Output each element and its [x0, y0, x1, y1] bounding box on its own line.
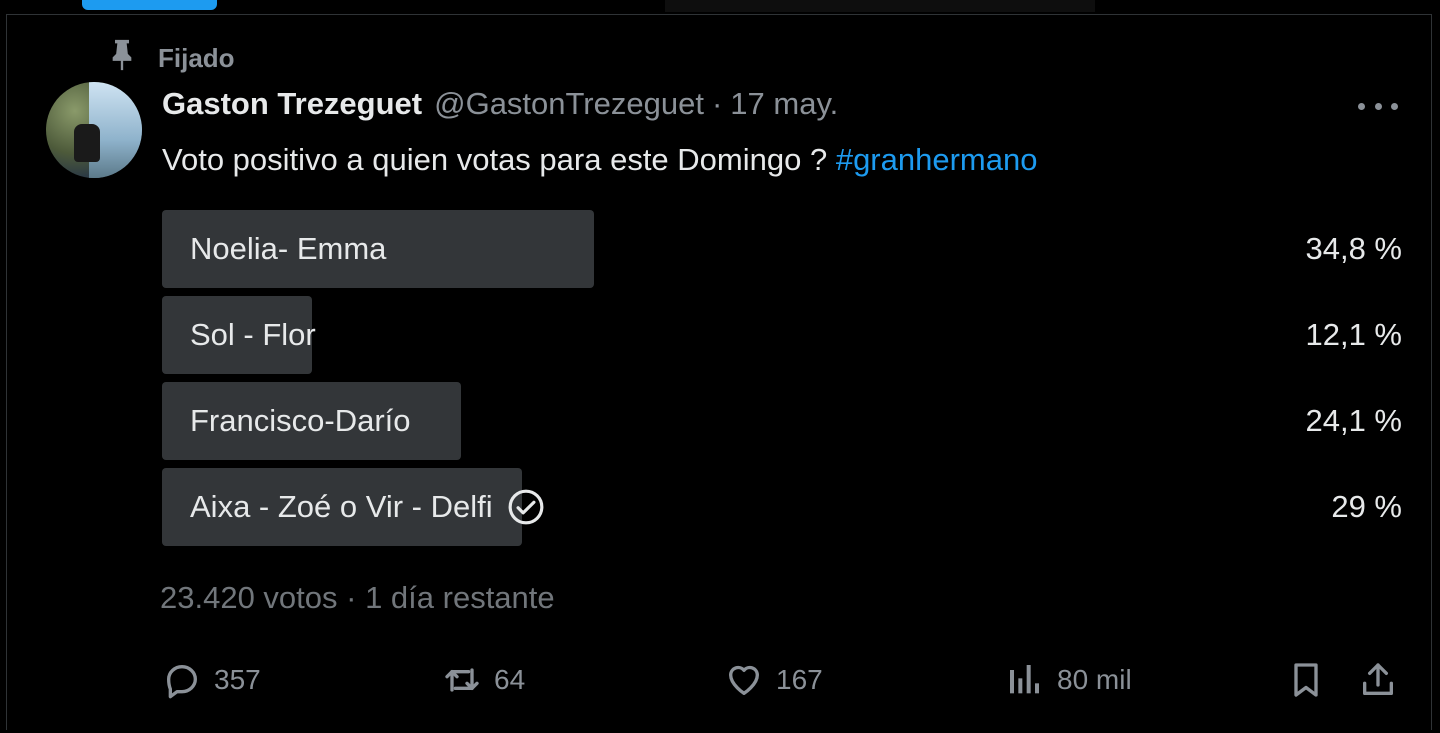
poll-option-label-wrap: Francisco-Darío	[190, 382, 411, 460]
poll-option-percent: 12,1 %	[1305, 317, 1402, 352]
poll-option-percent: 29 %	[1331, 489, 1402, 524]
pinned-label: Fijado	[158, 43, 235, 73]
repost-icon	[442, 660, 482, 700]
more-dot	[1391, 102, 1398, 110]
check-circle-icon	[507, 488, 545, 526]
top-tab-strip	[0, 0, 1440, 14]
tweet-body: Voto positivo a quien votas para este Do…	[162, 142, 828, 177]
author-name[interactable]: Gaston Trezeguet	[162, 86, 422, 122]
tweet-text: Voto positivo a quien votas para este Do…	[162, 142, 1037, 178]
poll-option-percent: 34,8 %	[1305, 231, 1402, 266]
header-separator: ·	[711, 86, 723, 121]
action-bar: 357 64 167 80 mil	[0, 650, 1440, 710]
avatar[interactable]	[46, 82, 142, 178]
poll-option-label-wrap: Aixa - Zoé o Vir - Delfi	[190, 468, 545, 546]
active-tab-indicator	[82, 0, 217, 10]
poll-meta: 23.420 votos · 1 día restante	[160, 580, 555, 615]
reply-icon	[162, 660, 202, 700]
tweet-date[interactable]: 17 may.	[730, 86, 838, 122]
repost-button[interactable]: 64	[442, 650, 525, 710]
poll-option-label: Aixa - Zoé o Vir - Delfi	[190, 489, 493, 524]
poll-option-percent: 24,1 %	[1305, 403, 1402, 438]
pin-icon	[108, 38, 136, 79]
reply-count: 357	[214, 664, 261, 695]
avatar-figure	[74, 124, 100, 162]
bookmark-button[interactable]	[1286, 650, 1326, 710]
more-dot	[1358, 102, 1365, 110]
views-button[interactable]: 80 mil	[1005, 650, 1132, 710]
author-handle[interactable]: @GastonTrezeguet	[434, 86, 704, 122]
poll-option-label: Noelia- Emma	[190, 231, 387, 266]
tweet-header: Gaston Trezeguet @GastonTrezeguet · 17 m…	[162, 86, 838, 122]
more-dot	[1374, 102, 1382, 110]
share-button[interactable]	[1358, 650, 1398, 710]
poll-option-label: Sol - Flor	[190, 317, 316, 352]
poll: Noelia- Emma 34,8 % Sol - Flor 12,1 % Fr…	[162, 210, 1402, 554]
share-icon	[1358, 660, 1398, 700]
like-count: 167	[776, 664, 823, 695]
like-button[interactable]: 167	[724, 650, 823, 710]
poll-option-label: Francisco-Darío	[190, 403, 411, 438]
repost-count: 64	[494, 664, 526, 695]
reply-button[interactable]: 357	[162, 650, 261, 710]
pinned-indicator: Fijado	[108, 38, 235, 79]
tab-strip-shade	[665, 0, 1095, 12]
heart-icon	[724, 660, 764, 700]
hashtag-link[interactable]: #granhermano	[836, 142, 1038, 177]
poll-option[interactable]: Francisco-Darío 24,1 %	[162, 382, 1402, 460]
poll-option-label-wrap: Sol - Flor	[190, 296, 316, 374]
poll-option[interactable]: Sol - Flor 12,1 %	[162, 296, 1402, 374]
views-icon	[1005, 660, 1045, 700]
more-icon[interactable]	[1358, 94, 1398, 118]
poll-option[interactable]: Noelia- Emma 34,8 %	[162, 210, 1402, 288]
bookmark-icon	[1286, 660, 1326, 700]
poll-option-selected[interactable]: Aixa - Zoé o Vir - Delfi 29 %	[162, 468, 1402, 546]
views-count: 80 mil	[1057, 664, 1132, 695]
poll-option-label-wrap: Noelia- Emma	[190, 210, 386, 288]
